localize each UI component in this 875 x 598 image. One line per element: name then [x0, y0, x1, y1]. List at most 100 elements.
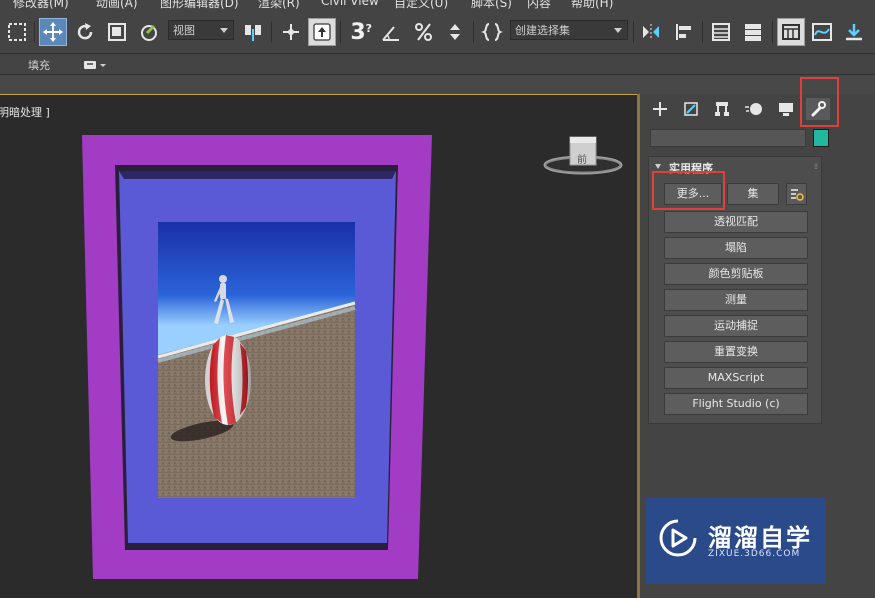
menu-rendering[interactable]: 渲染(R): [258, 0, 300, 11]
snaps-count: 3: [350, 19, 366, 45]
configure-button-sets[interactable]: [786, 183, 807, 205]
render-setup-button[interactable]: [840, 18, 868, 46]
select-scale-button[interactable]: [103, 18, 131, 46]
utility-reset-xform[interactable]: 重置变换: [664, 341, 808, 363]
select-move-button[interactable]: [39, 18, 67, 46]
motion-icon: [745, 103, 762, 115]
edit-named-selection-button[interactable]: [478, 18, 506, 46]
viewport-scene: [82, 135, 623, 579]
menu-animation[interactable]: 动画(A): [96, 0, 138, 11]
perspective-viewport[interactable]: 明暗处理 ] 前: [0, 94, 637, 598]
tab-modify[interactable]: [679, 98, 703, 120]
menu-civil-view[interactable]: Civil View: [321, 0, 379, 8]
chevron-down-icon: [614, 28, 622, 33]
chevron-down-icon: [220, 28, 228, 33]
picture-image: [157, 222, 356, 498]
selection-set-value: 创建选择集: [515, 24, 570, 37]
utilities-tab-highlight: [800, 77, 839, 127]
scene-explorer-button[interactable]: [707, 18, 735, 46]
utility-color-clipboard[interactable]: 颜色剪贴板: [664, 263, 808, 285]
utility-measure[interactable]: 测量: [664, 289, 808, 311]
tab-hierarchy[interactable]: [710, 98, 734, 120]
utilities-rollout: 实用程序 ⁞⁞ 更多... 集 透视匹配 塌陷 颜色剪贴板 测量 运动捕捉 重置…: [648, 156, 822, 424]
ribbon-bar: 填充: [0, 54, 875, 75]
move-arrows-icon: [43, 22, 63, 42]
curve-editor-icon: [812, 23, 832, 41]
keyboard-shortcut-override-button[interactable]: [308, 18, 336, 46]
menu-bar: 修改器(M) 动画(A) 图形编辑器(D) 渲染(R) Civil View 自…: [0, 0, 875, 11]
more-button-highlight: [652, 171, 725, 210]
frame-inner-shadow: [119, 171, 396, 179]
align-button[interactable]: [669, 18, 697, 46]
sets-button[interactable]: 集: [727, 183, 779, 205]
percent-snap-button[interactable]: [410, 18, 438, 46]
ribbon-icon: [782, 24, 800, 40]
menu-content[interactable]: 内容: [527, 0, 551, 11]
select-region-icon: [8, 23, 26, 41]
rotate-icon: [77, 23, 93, 40]
menu-modifiers[interactable]: 修改器(M): [13, 0, 69, 11]
ribbon-tab-fill[interactable]: 填充: [28, 57, 50, 73]
menu-graph-editors[interactable]: 图形编辑器(D): [160, 0, 239, 11]
utility-perspective-match[interactable]: 透视匹配: [664, 211, 808, 233]
manipulate-icon: [283, 24, 299, 40]
play-logo-icon: [659, 519, 697, 557]
mirror-icon: [643, 24, 659, 40]
select-region-button[interactable]: [3, 18, 31, 46]
hierarchy-icon: [715, 102, 729, 116]
named-selection-icon: [481, 23, 503, 41]
watermark-url: ZIXUE.3D66.COM: [708, 549, 801, 559]
magnet-icon: ?: [365, 22, 372, 35]
display-icon: [779, 103, 793, 116]
main-toolbar: 视图 3 ? 创建选择集: [0, 11, 875, 54]
utility-motion-capture[interactable]: 运动捕捉: [664, 315, 808, 337]
snaps-toggle-button[interactable]: 3 ?: [344, 18, 372, 46]
curve-editor-button[interactable]: [808, 18, 836, 46]
collapse-arrow-icon: [655, 164, 661, 169]
menu-scripting[interactable]: 脚本(S): [471, 0, 512, 11]
angle-snap-button[interactable]: [377, 18, 405, 46]
scale-icon: [108, 23, 126, 41]
download-icon: [846, 24, 862, 41]
shortcut-override-icon: [313, 23, 331, 41]
tab-motion[interactable]: [742, 98, 766, 120]
drag-grip-icon[interactable]: ⁞⁞: [814, 162, 818, 171]
selection-set-dropdown[interactable]: 创建选择集: [510, 20, 628, 40]
utility-flight-studio[interactable]: Flight Studio (c): [664, 393, 808, 415]
list-icon: [712, 23, 730, 41]
reference-coord-dropdown[interactable]: 视图: [168, 20, 234, 40]
pivot-center-icon: [245, 25, 261, 41]
ribbon-options-button[interactable]: [83, 57, 107, 71]
layer-explorer-button[interactable]: [739, 18, 767, 46]
layers-icon: [745, 24, 761, 41]
plus-icon: [653, 102, 667, 116]
ribbon-options-icon: [84, 61, 106, 69]
ribbon-toggle-button[interactable]: [777, 18, 805, 46]
configure-sets-icon: [790, 189, 804, 201]
utility-collapse[interactable]: 塌陷: [664, 237, 808, 259]
spinner-snap-icon: [450, 24, 460, 40]
mirror-button[interactable]: [637, 18, 665, 46]
align-icon: [676, 24, 691, 40]
modify-icon: [684, 102, 698, 116]
spinner-snap-button[interactable]: [441, 18, 469, 46]
object-name-field[interactable]: [650, 129, 806, 147]
select-manipulate-button[interactable]: [277, 18, 305, 46]
placement-icon: [141, 24, 157, 41]
watermark-title: 溜溜自学: [708, 524, 812, 552]
menu-help[interactable]: 帮助(H): [571, 0, 613, 11]
pivot-center-button[interactable]: [239, 18, 267, 46]
object-color-swatch[interactable]: [813, 129, 829, 147]
placement-button[interactable]: [136, 18, 164, 46]
menu-customize[interactable]: 自定义(U): [394, 0, 448, 11]
tab-create[interactable]: [648, 98, 672, 120]
viewcube-front-label: 前: [577, 155, 587, 166]
reference-coord-value: 视图: [173, 24, 195, 37]
tab-display[interactable]: [774, 98, 798, 120]
ribbon-spacer: [0, 75, 875, 94]
watermark: 溜溜自学 ZIXUE.3D66.COM: [646, 498, 826, 584]
utility-maxscript[interactable]: MAXScript: [664, 367, 808, 389]
percent-snap-icon: [415, 23, 432, 41]
angle-snap-icon: [382, 26, 399, 41]
select-rotate-button[interactable]: [71, 18, 99, 46]
